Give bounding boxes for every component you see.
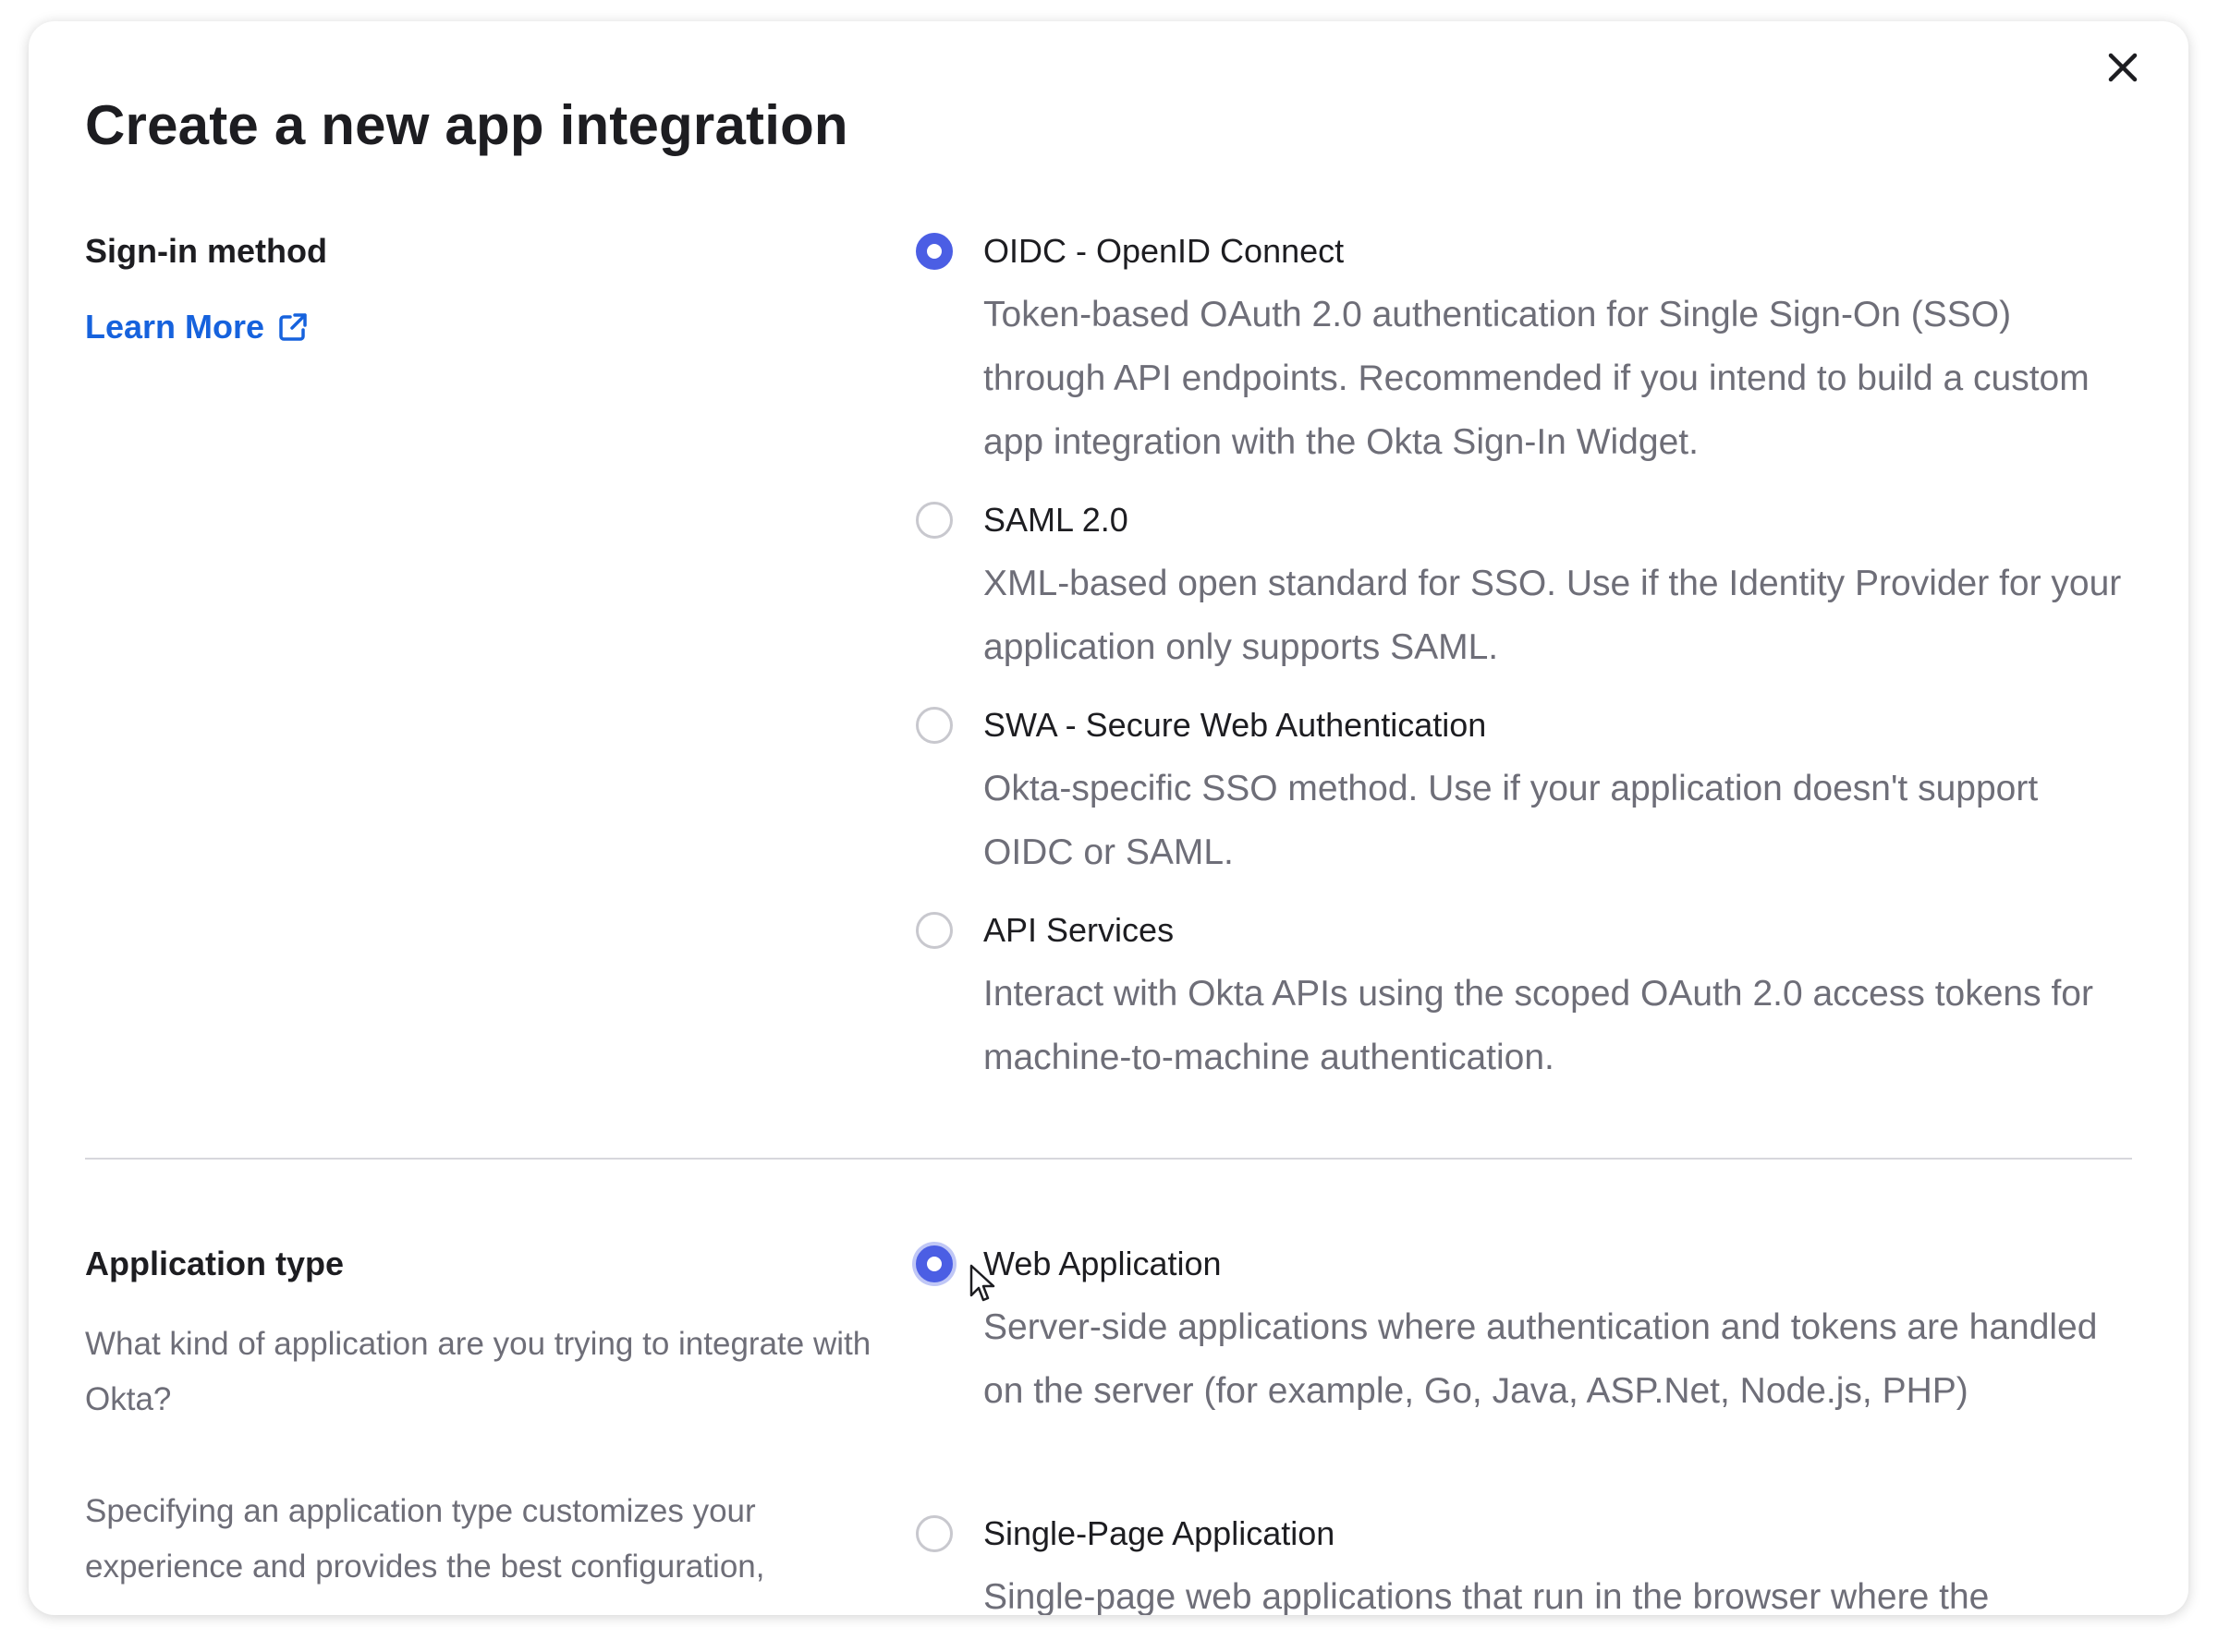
app-integration-modal: Create a new app integration Sign-in met… [29,21,2188,1615]
option-saml-description: XML-based open standard for SSO. Use if … [983,564,2122,667]
option-single-page-application-label: Single-Page Application [983,1514,1335,1552]
radio-swa[interactable] [916,707,953,744]
section-divider [85,1158,2132,1160]
option-single-page-application-description: Single-page web applications that run in… [983,1577,1990,1615]
radio-single-page-application[interactable] [916,1515,953,1552]
radio-web-application[interactable] [916,1245,953,1282]
close-button[interactable] [2095,40,2151,95]
option-oidc-description: Token-based OAuth 2.0 authentication for… [983,295,2090,462]
option-saml-label: SAML 2.0 [983,501,1128,539]
option-api-services-description: Interact with Okta APIs using the scoped… [983,974,2093,1077]
option-web-application-description: Server-side applications where authentic… [983,1307,2098,1411]
option-swa-description: Okta-specific SSO method. Use if your ap… [983,769,2039,872]
external-link-icon [279,313,307,341]
learn-more-label: Learn More [85,308,265,346]
option-api-services-label: API Services [983,911,1175,949]
option-swa-label: SWA - Secure Web Authentication [983,706,1487,744]
modal-title: Create a new app integration [85,94,848,156]
application-type-label: Application type [85,1245,345,1282]
close-icon [2108,53,2138,82]
option-web-application-label: Web Application [983,1245,1222,1282]
option-oidc-label: OIDC - OpenID Connect [983,232,1345,270]
radio-saml[interactable] [916,502,953,539]
application-type-help-1: What kind of application are you trying … [85,1326,871,1417]
sign-in-method-label: Sign-in method [85,232,327,270]
radio-oidc[interactable] [916,233,953,270]
radio-api-services[interactable] [916,912,953,949]
learn-more-link[interactable]: Learn More [85,308,309,346]
application-type-help-2: Specifying an application type customize… [85,1493,765,1585]
